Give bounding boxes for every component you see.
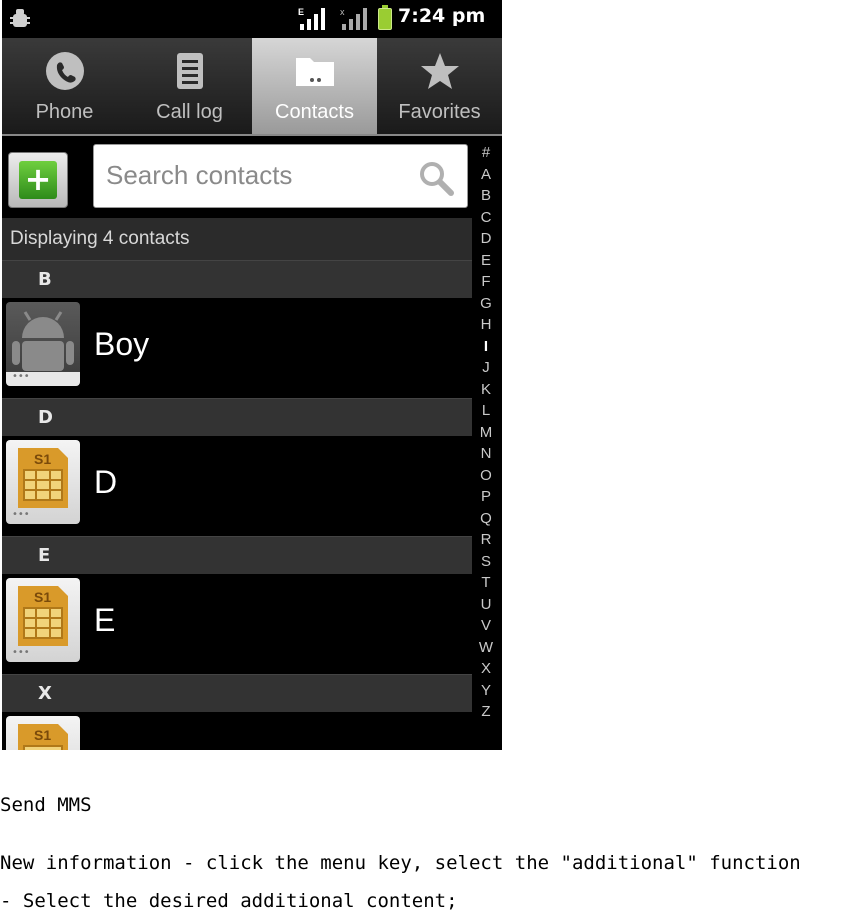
phone-screen: E x 7:24 pm Phone Call log Contacts Favo…	[2, 0, 502, 750]
tab-favorites[interactable]: Favorites	[377, 38, 502, 134]
svg-text:S1: S1	[34, 451, 51, 467]
tab-label: Phone	[35, 101, 94, 123]
alphabet-index-letter[interactable]: J	[474, 357, 498, 379]
status-time: 7:24 pm	[398, 5, 486, 27]
alphabet-index-letter[interactable]: Q	[474, 508, 498, 530]
contact-name: E	[94, 602, 116, 638]
tab-call-log[interactable]: Call log	[127, 38, 252, 134]
signal-e-icon: E	[298, 7, 325, 30]
contact-row-e[interactable]: S1 ••• E	[2, 574, 472, 674]
svg-text:x: x	[340, 7, 345, 17]
contact-name: D	[94, 464, 118, 500]
signal-no-data-icon: x	[340, 7, 367, 30]
alphabet-index-letter[interactable]: P	[474, 486, 498, 508]
caption-title: Send MMS	[0, 794, 92, 816]
alphabet-index-letter[interactable]: W	[474, 637, 498, 659]
alphabet-index-letter[interactable]: K	[474, 379, 498, 401]
alphabet-index-letter[interactable]: L	[474, 400, 498, 422]
alphabet-index-letter[interactable]: V	[474, 615, 498, 637]
search-row: + Search contacts	[2, 138, 472, 218]
alphabet-index-letter[interactable]: F	[474, 271, 498, 293]
section-header-b: B	[2, 260, 472, 298]
alphabet-index-letter[interactable]: I	[474, 336, 498, 358]
contact-name: Boy	[94, 326, 150, 362]
search-input[interactable]: Search contacts	[93, 144, 468, 208]
alphabet-index-letter[interactable]: O	[474, 465, 498, 487]
alphabet-index-letter[interactable]: Z	[474, 701, 498, 723]
alphabet-index[interactable]: # A B C D E F G H I J K L M N O P Q R S T U V W X Y Z	[474, 142, 498, 723]
alphabet-index-letter[interactable]: R	[474, 529, 498, 551]
star-icon	[421, 53, 459, 89]
alphabet-index-letter[interactable]: A	[474, 164, 498, 186]
tab-label: Favorites	[398, 101, 481, 123]
android-avatar-icon: •••	[6, 302, 80, 386]
tab-label: Call log	[156, 101, 223, 123]
plus-icon: +	[19, 161, 57, 199]
debug-icon	[10, 9, 30, 27]
section-header-x: X	[2, 674, 472, 712]
svg-text:S1: S1	[34, 589, 51, 605]
alphabet-index-letter[interactable]: H	[474, 314, 498, 336]
section-header-d: D	[2, 398, 472, 436]
tab-label: Contacts	[275, 101, 354, 123]
call-log-icon	[177, 53, 203, 89]
alphabet-index-letter[interactable]: X	[474, 658, 498, 680]
tab-phone[interactable]: Phone	[2, 38, 127, 134]
alphabet-index-letter[interactable]: C	[474, 207, 498, 229]
caption-line-2: - Select the desired additional content;	[0, 890, 458, 912]
status-bar: E x 7:24 pm	[2, 0, 502, 38]
battery-charging-icon	[378, 5, 392, 30]
tab-bar: Phone Call log Contacts Favorites	[2, 38, 502, 136]
contact-count: Displaying 4 contacts	[2, 218, 472, 260]
contacts-folder-icon	[296, 58, 334, 86]
caption-line-1: New information - click the menu key, se…	[0, 852, 801, 874]
alphabet-index-letter[interactable]: #	[474, 142, 498, 164]
alphabet-index-letter[interactable]: D	[474, 228, 498, 250]
alphabet-index-letter[interactable]: M	[474, 422, 498, 444]
sim-card-icon: S1	[6, 716, 80, 750]
section-header-e: E	[2, 536, 472, 574]
alphabet-index-letter[interactable]: N	[474, 443, 498, 465]
contact-row-boy[interactable]: ••• Boy	[2, 298, 472, 398]
alphabet-index-letter[interactable]: E	[474, 250, 498, 272]
search-icon	[420, 162, 454, 196]
phone-icon	[46, 52, 84, 90]
tab-contacts[interactable]: Contacts	[252, 38, 377, 134]
alphabet-index-letter[interactable]: S	[474, 551, 498, 573]
sim-card-icon: S1 •••	[6, 578, 80, 662]
alphabet-index-letter[interactable]: Y	[474, 680, 498, 702]
alphabet-index-letter[interactable]: G	[474, 293, 498, 315]
contact-row-x[interactable]: S1	[2, 712, 472, 750]
add-contact-button[interactable]: +	[8, 152, 68, 208]
contact-row-d[interactable]: S1 ••• D	[2, 436, 472, 536]
svg-text:E: E	[298, 7, 304, 17]
sim-card-icon: S1 •••	[6, 440, 80, 524]
alphabet-index-letter[interactable]: U	[474, 594, 498, 616]
svg-text:S1: S1	[34, 727, 51, 743]
search-placeholder: Search contacts	[106, 160, 293, 190]
alphabet-index-letter[interactable]: T	[474, 572, 498, 594]
alphabet-index-letter[interactable]: B	[474, 185, 498, 207]
